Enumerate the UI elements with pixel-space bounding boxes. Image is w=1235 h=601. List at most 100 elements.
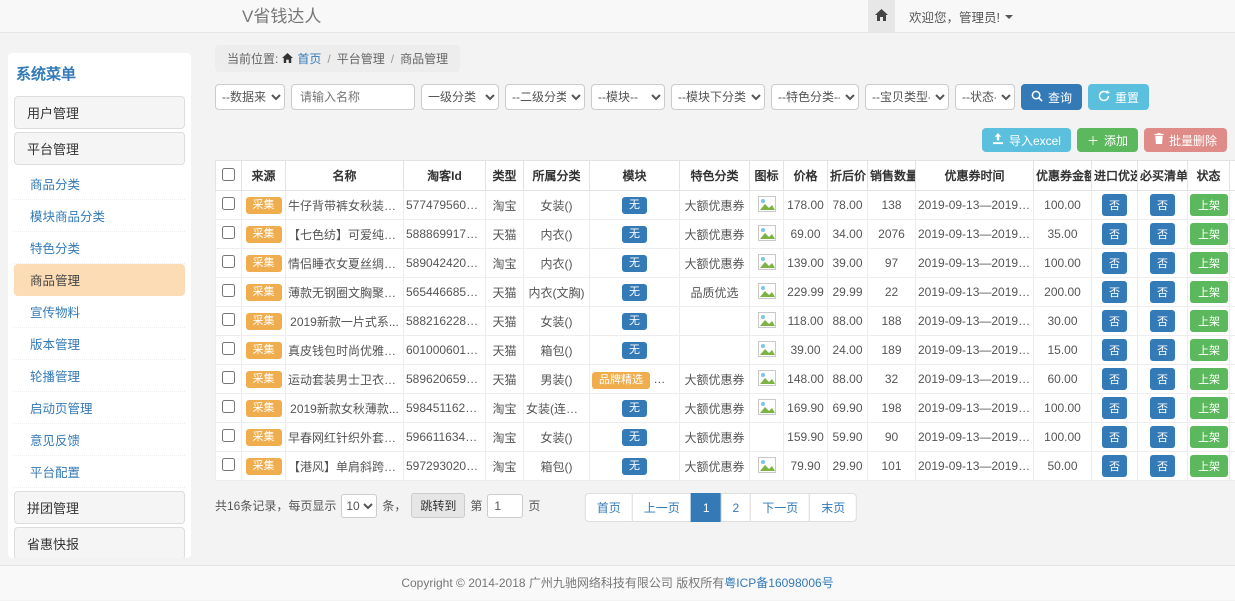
search-button[interactable]: 查询 [1021,84,1082,110]
must-buy-toggle[interactable]: 否 [1150,339,1175,361]
must-buy-toggle[interactable]: 否 [1150,310,1175,332]
must-buy-toggle[interactable]: 否 [1150,426,1175,448]
column-header-所属分类: 所属分类 [524,161,590,191]
pager-button-末页[interactable]: 末页 [809,493,857,522]
icp-link[interactable]: 粤ICP备16098006号 [724,576,833,590]
sidebar-group-1[interactable]: 用户管理 [14,96,185,129]
user-dropdown[interactable]: 欢迎您，管理员! [895,0,1027,33]
row-checkbox[interactable] [222,255,235,268]
import-select-toggle[interactable]: 否 [1102,397,1127,419]
cell-status: 上架 [1188,278,1230,307]
level1-category-select[interactable]: 一级分类 [421,84,499,110]
must-buy-toggle[interactable]: 否 [1150,281,1175,303]
cell-source: 采集 [242,394,286,423]
cell-coupon-time: 2019-09-13—2019-09-17 [916,394,1034,423]
sidebar-item-商品分类[interactable]: 商品分类 [14,168,185,200]
must-buy-toggle[interactable]: 否 [1150,368,1175,390]
level2-category-select[interactable]: --二级分类-- [505,84,585,110]
sidebar-item-商品管理[interactable]: 商品管理 [14,264,185,296]
sidebar-group-3[interactable]: 拼团管理 [14,491,185,524]
row-checkbox[interactable] [222,226,235,239]
jump-button[interactable]: 跳转到 [411,493,465,518]
batch-delete-button[interactable]: 批量删除 [1144,128,1227,152]
row-checkbox[interactable] [222,284,235,297]
row-checkbox[interactable] [222,313,235,326]
status-button[interactable]: 上架 [1190,194,1228,216]
must-buy-toggle[interactable]: 否 [1150,252,1175,274]
breadcrumb-home-link[interactable]: 首页 [297,50,321,67]
sidebar-item-模块商品分类[interactable]: 模块商品分类 [14,200,185,232]
jump-page-input[interactable] [487,494,523,518]
column-header-价格: 价格 [784,161,828,191]
status-button[interactable]: 上架 [1190,455,1228,477]
status-button[interactable]: 上架 [1190,281,1228,303]
status-button[interactable]: 上架 [1190,310,1228,332]
status-button[interactable]: 上架 [1190,223,1228,245]
cell-feature: 大额优惠券 [680,191,750,220]
sidebar-item-轮播管理[interactable]: 轮播管理 [14,360,185,392]
must-buy-toggle[interactable]: 否 [1150,194,1175,216]
sidebar-item-特色分类[interactable]: 特色分类 [14,232,185,264]
cell-type: 淘宝 [486,452,524,481]
sidebar-item-版本管理[interactable]: 版本管理 [14,328,185,360]
module-select[interactable]: --模块-- [591,84,665,110]
import-excel-label: 导入excel [1009,132,1061,149]
column-header-类型: 类型 [486,161,524,191]
cell-type: 天猫 [486,336,524,365]
status-button[interactable]: 上架 [1190,426,1228,448]
sidebar-item-平台配置[interactable]: 平台配置 [14,456,185,488]
status-button[interactable]: 上架 [1190,397,1228,419]
row-checkbox[interactable] [222,342,235,355]
must-buy-toggle[interactable]: 否 [1150,223,1175,245]
pager: 首页上一页12下一页末页 [585,493,857,522]
sidebar-item-宣传物料[interactable]: 宣传物料 [14,296,185,328]
import-excel-button[interactable]: 导入excel [982,128,1071,152]
sidebar-group-2[interactable]: 平台管理 [14,132,185,165]
add-button[interactable]: ＋ 添加 [1077,128,1138,152]
import-select-toggle[interactable]: 否 [1102,223,1127,245]
select-all-checkbox[interactable] [222,168,235,181]
row-checkbox[interactable] [222,458,235,471]
sidebar-item-启动页管理[interactable]: 启动页管理 [14,392,185,424]
status-select[interactable]: --状态-- [955,84,1015,110]
feature-category-select[interactable]: --特色分类-- [771,84,859,110]
sidebar-item-意见反馈[interactable]: 意见反馈 [14,424,185,456]
pager-button-2[interactable]: 2 [721,493,752,522]
row-checkbox[interactable] [222,197,235,210]
import-select-toggle[interactable]: 否 [1102,339,1127,361]
row-checkbox[interactable] [222,429,235,442]
row-checkbox[interactable] [222,400,235,413]
import-select-toggle[interactable]: 否 [1102,426,1127,448]
import-select-toggle[interactable]: 否 [1102,252,1127,274]
row-checkbox[interactable] [222,371,235,384]
data-source-select[interactable]: --数据来源-- [215,84,285,110]
status-button[interactable]: 上架 [1190,252,1228,274]
must-buy-toggle[interactable]: 否 [1150,455,1175,477]
sidebar-group-4[interactable]: 省惠快报 [14,527,185,558]
status-button[interactable]: 上架 [1190,339,1228,361]
import-select-toggle[interactable]: 否 [1102,194,1127,216]
pager-button-上一页[interactable]: 上一页 [632,493,692,522]
status-button[interactable]: 上架 [1190,368,1228,390]
cell-actions [1230,452,1235,481]
import-select-toggle[interactable]: 否 [1102,368,1127,390]
page-footer: Copyright © 2014-2018 广州九驰网络科技有限公司 版权所有粤… [0,565,1235,600]
item-type-select[interactable]: --宝贝类型-- [865,84,949,110]
name-search-input[interactable] [291,84,415,110]
home-button[interactable] [868,0,895,33]
must-buy-toggle[interactable]: 否 [1150,397,1175,419]
cell-must-buy: 否 [1138,452,1188,481]
cell-source: 采集 [242,220,286,249]
module-subcategory-select[interactable]: --模块下分类-- [671,84,765,110]
pager-button-1[interactable]: 1 [691,493,722,522]
page-size-select[interactable]: 10 [341,494,377,518]
reset-button[interactable]: 重置 [1088,84,1149,110]
cell-must-buy: 否 [1138,423,1188,452]
import-select-toggle[interactable]: 否 [1102,281,1127,303]
import-select-toggle[interactable]: 否 [1102,455,1127,477]
import-select-toggle[interactable]: 否 [1102,310,1127,332]
pager-button-首页[interactable]: 首页 [585,493,633,522]
cell-category: 女装() [524,191,590,220]
upload-icon [992,133,1004,148]
pager-button-下一页[interactable]: 下一页 [750,493,810,522]
